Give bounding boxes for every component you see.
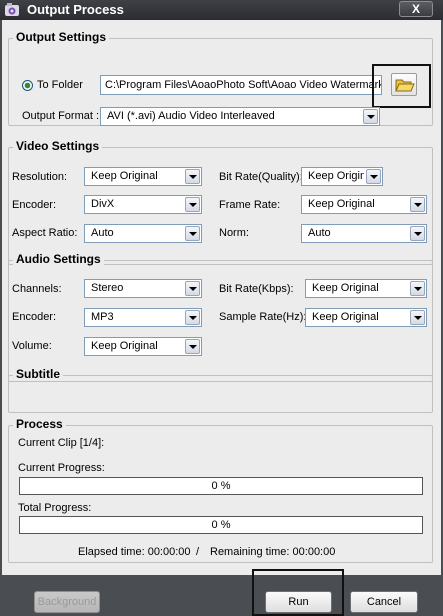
audio-bitrate-value: Keep Original — [312, 282, 379, 294]
dialog-body: Output Settings To Folder C:\Program Fil… — [2, 20, 441, 575]
audio-bitrate-dropdown-icon[interactable] — [410, 281, 425, 296]
close-button[interactable]: X — [399, 1, 433, 17]
volume-value: Keep Original — [91, 340, 158, 352]
norm-select[interactable]: Auto — [301, 224, 427, 243]
button-bar: Background Run Cancel — [0, 569, 443, 616]
resolution-dropdown-icon[interactable] — [185, 169, 200, 184]
volume-dropdown-icon[interactable] — [185, 339, 200, 354]
channels-value: Stereo — [91, 282, 124, 294]
audio-bitrate-select[interactable]: Keep Original — [305, 279, 427, 298]
framerate-dropdown-icon[interactable] — [410, 197, 425, 212]
video-encoder-select[interactable]: DivX — [84, 195, 202, 214]
audio-encoder-value: MP3 — [91, 311, 114, 323]
aspect-ratio-value: Auto — [91, 227, 114, 239]
output-format-label: Output Format : — [22, 110, 100, 122]
audio-encoder-label: Encoder: — [12, 311, 57, 323]
framerate-label: Frame Rate: — [219, 199, 281, 211]
framerate-value: Keep Original — [308, 198, 375, 210]
video-settings-title: Video Settings — [13, 139, 103, 153]
video-bitrate-label: Bit Rate(Quality): — [219, 171, 303, 183]
output-format-value: AVI (*.avi) Audio Video Interleaved — [107, 110, 275, 122]
video-bitrate-dropdown-icon[interactable] — [366, 169, 381, 184]
video-encoder-value: DivX — [91, 198, 115, 210]
audio-bitrate-label: Bit Rate(Kbps): — [219, 283, 294, 295]
folder-path-text: C:\Program Files\AoaoPhoto Soft\Aoao Vid… — [105, 79, 382, 91]
app-icon — [5, 3, 19, 16]
audio-encoder-select[interactable]: MP3 — [84, 308, 202, 327]
aspect-ratio-dropdown-icon[interactable] — [185, 226, 200, 241]
subtitle-group: Subtitle — [8, 367, 433, 413]
video-encoder-dropdown-icon[interactable] — [185, 197, 200, 212]
window-title: Output Process — [27, 2, 124, 17]
resolution-select[interactable]: Keep Original — [84, 167, 202, 186]
current-progress-text: 0 % — [211, 480, 231, 492]
cancel-button[interactable]: Cancel — [350, 591, 418, 613]
audio-settings-title: Audio Settings — [13, 252, 104, 266]
elapsed-time: Elapsed time: 00:00:00 — [78, 546, 191, 558]
background-button[interactable]: Background — [34, 591, 100, 613]
video-bitrate-value: Keep Original — [308, 170, 364, 182]
total-progress-label: Total Progress: — [18, 502, 92, 514]
total-progress-text: 0 % — [211, 519, 231, 531]
to-folder-label: To Folder — [37, 79, 83, 91]
channels-label: Channels: — [12, 283, 62, 295]
title-bar: Output Process X — [0, 0, 443, 20]
current-progress-bar: 0 % — [19, 477, 423, 495]
volume-select[interactable]: Keep Original — [84, 337, 202, 356]
output-settings-title: Output Settings — [13, 30, 109, 44]
folder-path-input[interactable]: C:\Program Files\AoaoPhoto Soft\Aoao Vid… — [100, 75, 382, 95]
audio-encoder-dropdown-icon[interactable] — [185, 310, 200, 325]
folder-button-highlight — [372, 64, 431, 108]
current-clip-label: Current Clip [1/4]: — [18, 437, 105, 449]
channels-select[interactable]: Stereo — [84, 279, 202, 298]
to-folder-radio[interactable] — [22, 80, 33, 91]
resolution-label: Resolution: — [12, 171, 68, 183]
video-bitrate-select[interactable]: Keep Original — [301, 167, 383, 186]
aspect-ratio-select[interactable]: Auto — [84, 224, 202, 243]
run-button-highlight — [252, 569, 344, 616]
subtitle-title: Subtitle — [13, 367, 63, 381]
framerate-select[interactable]: Keep Original — [301, 195, 427, 214]
volume-label: Volume: — [12, 340, 52, 352]
current-progress-label: Current Progress: — [18, 462, 105, 474]
samplerate-dropdown-icon[interactable] — [410, 310, 425, 325]
aspect-ratio-label: Aspect Ratio: — [12, 227, 78, 239]
norm-dropdown-icon[interactable] — [410, 226, 425, 241]
video-encoder-label: Encoder: — [12, 199, 57, 211]
samplerate-label: Sample Rate(Hz): — [219, 311, 307, 323]
process-title: Process — [13, 417, 66, 431]
output-format-select[interactable]: AVI (*.avi) Audio Video Interleaved — [100, 107, 380, 126]
output-format-dropdown-icon[interactable] — [363, 109, 378, 124]
norm-label: Norm: — [219, 227, 249, 239]
total-progress-bar: 0 % — [19, 516, 423, 534]
samplerate-select[interactable]: Keep Original — [305, 308, 427, 327]
norm-value: Auto — [308, 227, 331, 239]
samplerate-value: Keep Original — [312, 311, 379, 323]
resolution-value: Keep Original — [91, 170, 158, 182]
channels-dropdown-icon[interactable] — [185, 281, 200, 296]
remaining-time: Remaining time: 00:00:00 — [210, 546, 336, 558]
time-separator: / — [196, 546, 200, 558]
